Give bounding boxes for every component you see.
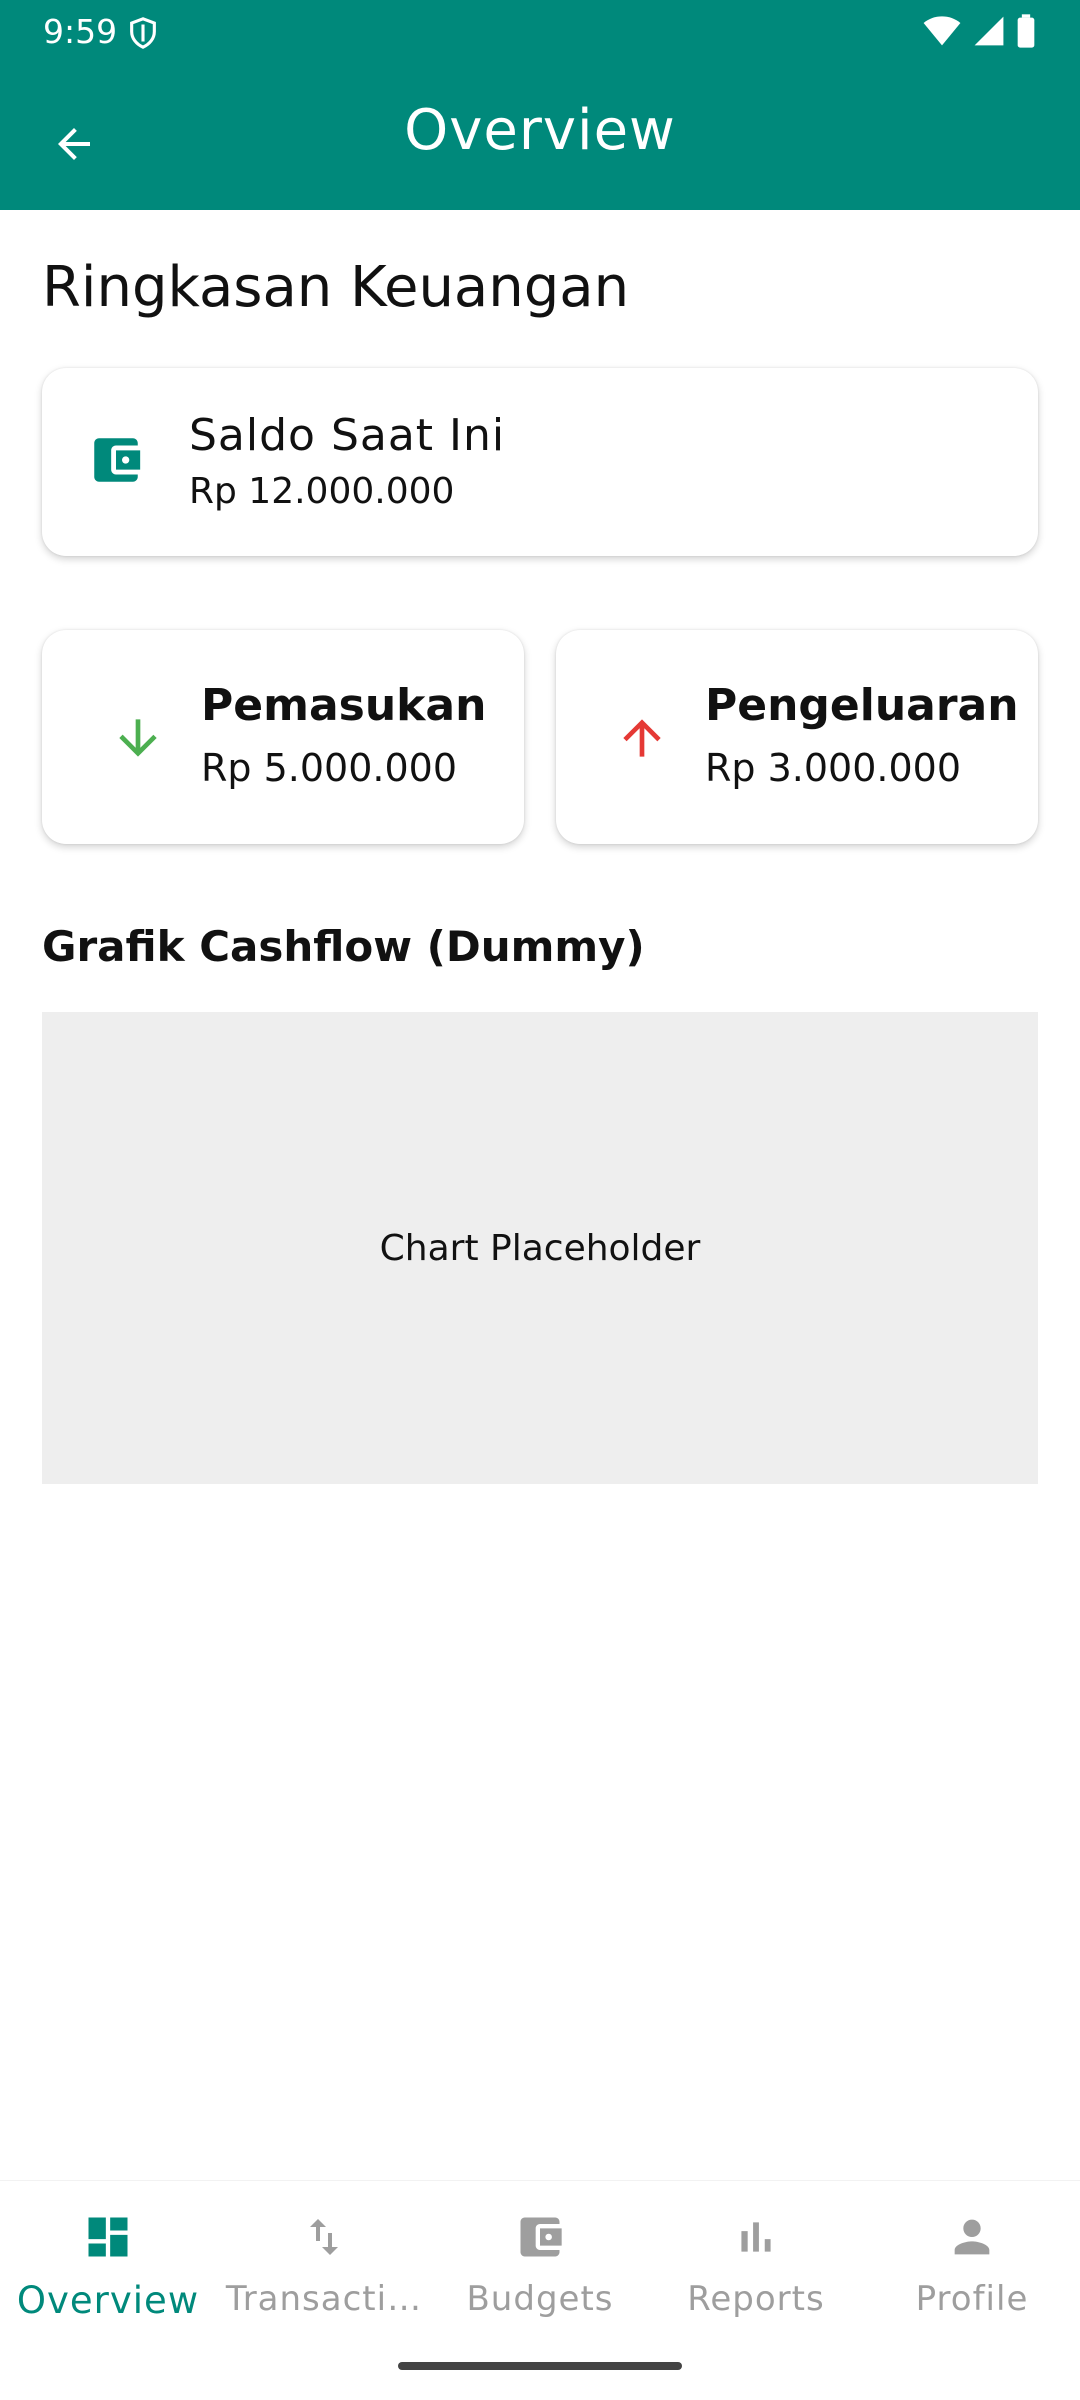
person-icon bbox=[944, 2209, 1000, 2265]
nav-label-profile: Profile bbox=[915, 2279, 1029, 2319]
home-indicator[interactable] bbox=[398, 2362, 682, 2370]
income-value: Rp 5.000.000 bbox=[201, 746, 457, 790]
nav-item-transactions[interactable]: Transacti… bbox=[216, 2201, 432, 2341]
chart-placeholder-text: Chart Placeholder bbox=[379, 1227, 701, 1269]
income-label: Pemasukan bbox=[201, 680, 487, 731]
signal-icon bbox=[974, 16, 1004, 46]
arrow-up-icon bbox=[612, 708, 672, 768]
status-icons bbox=[922, 14, 1036, 48]
expense-value: Rp 3.000.000 bbox=[705, 746, 961, 790]
wallet-icon bbox=[512, 2209, 568, 2265]
battery-icon bbox=[1017, 14, 1035, 48]
page-title: Overview bbox=[404, 98, 676, 163]
swap-vertical-icon bbox=[296, 2209, 352, 2265]
balance-value: Rp 12.000.000 bbox=[189, 471, 455, 512]
wifi-icon bbox=[923, 16, 961, 46]
status-time: 9:59 bbox=[43, 12, 118, 51]
nav-item-profile[interactable]: Profile bbox=[864, 2201, 1080, 2341]
expense-card: Pengeluaran Rp 3.000.000 bbox=[556, 630, 1038, 844]
wallet-icon bbox=[86, 430, 146, 490]
shield-icon bbox=[130, 17, 156, 49]
nav-item-overview[interactable]: Overview bbox=[0, 2201, 216, 2341]
overview-screen: 9:59 Overview Ringkasan Keuangan Saldo S… bbox=[0, 0, 1080, 2400]
nav-label-budgets: Budgets bbox=[466, 2279, 614, 2319]
status-bar: 9:59 bbox=[0, 0, 1080, 62]
dashboard-icon bbox=[80, 2209, 136, 2265]
nav-item-budgets[interactable]: Budgets bbox=[432, 2201, 648, 2341]
nav-label-reports: Reports bbox=[687, 2279, 825, 2319]
chart-placeholder: Chart Placeholder bbox=[42, 1012, 1038, 1484]
nav-label-overview: Overview bbox=[16, 2279, 200, 2322]
nav-label-transactions: Transacti… bbox=[225, 2279, 423, 2319]
balance-card: Saldo Saat Ini Rp 12.000.000 bbox=[42, 368, 1038, 556]
expense-label: Pengeluaran bbox=[705, 680, 1019, 731]
summary-title: Ringkasan Keuangan bbox=[42, 255, 630, 320]
income-card: Pemasukan Rp 5.000.000 bbox=[42, 630, 524, 844]
balance-label: Saldo Saat Ini bbox=[189, 410, 506, 461]
arrow-down-icon bbox=[108, 708, 168, 768]
chart-title: Grafik Cashflow (Dummy) bbox=[42, 922, 645, 971]
app-bar: Overview bbox=[0, 62, 1080, 210]
bar-chart-icon bbox=[728, 2209, 784, 2265]
nav-item-reports[interactable]: Reports bbox=[648, 2201, 864, 2341]
